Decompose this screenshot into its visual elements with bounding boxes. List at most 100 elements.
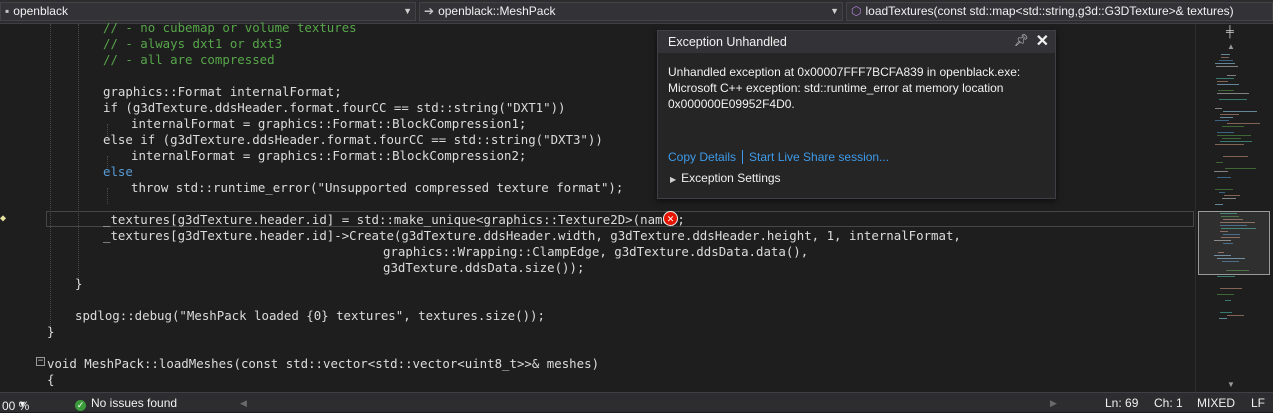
minimap-line: [1217, 132, 1234, 133]
minimap-line: [1225, 300, 1231, 301]
split-handle-icon[interactable]: ╪: [1226, 26, 1234, 38]
method-icon: ⬡: [851, 4, 862, 18]
code-line: spdlog::debug("MeshPack loaded {0} textu…: [75, 308, 545, 323]
minimap-line: [1217, 294, 1234, 295]
collapse-toggle-icon[interactable]: −: [36, 357, 45, 366]
minimap-line: [1227, 123, 1260, 124]
chevron-down-icon: ▼: [403, 6, 412, 16]
project-dropdown[interactable]: ▪ openblack ▼: [0, 2, 416, 21]
line-number: Ln: 69: [1105, 396, 1139, 410]
copy-details-link[interactable]: Copy Details: [668, 150, 736, 164]
minimap-line: [1222, 126, 1244, 127]
close-icon[interactable]: ✕: [1036, 31, 1049, 51]
minimap-line: [1215, 63, 1235, 64]
link-separator: [742, 150, 744, 164]
live-share-link[interactable]: Start Live Share session...: [749, 150, 889, 164]
code-line: {: [47, 372, 55, 387]
pin-icon[interactable]: 📌︎: [1014, 33, 1029, 47]
minimap-line: [1220, 117, 1233, 118]
member-dropdown[interactable]: ⬡ loadTextures(const std::map<std::string…: [846, 2, 1273, 21]
indent-guide: [50, 24, 51, 336]
minimap-line: [1224, 195, 1240, 196]
column-number: Ch: 1: [1154, 396, 1183, 410]
minimap-line: [1220, 141, 1252, 142]
message-line: 0x000000E09952F4D0.: [668, 97, 795, 111]
code-line: internalFormat = graphics::Format::Block…: [131, 148, 527, 163]
exception-message: Unhandled exception at 0x00007FFF7BCFA83…: [668, 64, 1048, 112]
exception-popup: Exception Unhandled 📌︎ ✕ Unhandled excep…: [657, 30, 1056, 199]
zoom-dropdown[interactable]: 00 % ▼: [2, 396, 30, 413]
minimap-line: [1217, 81, 1228, 82]
minimap-line: [1223, 111, 1257, 112]
minimap-line: [1215, 108, 1222, 109]
exception-settings-expander[interactable]: ▶ Exception Settings: [670, 171, 781, 185]
minimap-line: [1218, 90, 1234, 91]
minimap-line: [1221, 57, 1229, 58]
code-line: graphics::Format internalFormat;: [103, 84, 342, 99]
scroll-down-arrow-icon[interactable]: ▼: [1227, 380, 1235, 389]
minimap-line: [1216, 66, 1238, 67]
minimap-line: [1215, 144, 1244, 145]
project-icon: ▪: [5, 4, 10, 18]
minimap-viewport[interactable]: [1198, 211, 1270, 275]
popup-links: Copy Details Start Live Share session...: [668, 150, 889, 164]
minimap-line: [1225, 168, 1256, 169]
scroll-left-arrow-icon: ◀: [240, 398, 247, 407]
line-ending[interactable]: LF: [1251, 396, 1265, 410]
minimap-line: [1215, 204, 1223, 205]
scope-dropdown[interactable]: ➔ openblack::MeshPack ▼: [419, 2, 843, 21]
code-line: else if (g3dTexture.ddsHeader.format.fou…: [103, 132, 603, 147]
expand-triangle-icon: ▶: [670, 175, 677, 184]
minimap-line: [1219, 60, 1233, 61]
code-line: else: [103, 164, 133, 179]
indent-guide: [107, 188, 108, 204]
minimap-scrollbar[interactable]: ╪ ▲ ▼: [1195, 24, 1273, 392]
whitespace-mode[interactable]: MIXED: [1197, 396, 1235, 410]
code-line: }: [47, 324, 55, 339]
minimap-line: [1220, 312, 1232, 313]
code-line: g3dTexture.ddsData.size());: [383, 260, 585, 275]
code-line: graphics::Wrapping::ClampEdge, g3dTextur…: [383, 244, 809, 259]
code-line: // - always dxt1 or dxt3: [103, 36, 283, 51]
code-line: if (g3dTexture.ddsHeader.format.fourCC =…: [103, 100, 566, 115]
minimap-line: [1216, 162, 1223, 163]
minimap-line: [1217, 84, 1239, 85]
minimap-line: [1220, 288, 1242, 289]
code-line: throw std::runtime_error("Unsupported co…: [131, 180, 624, 195]
minimap-line: [1223, 156, 1248, 157]
code-line: }: [75, 276, 83, 291]
horizontal-scrollbar[interactable]: ◀ ▶: [240, 398, 1060, 407]
code-line: _textures[g3dTexture.header.id]->Create(…: [103, 228, 961, 243]
minimap-line: [1217, 177, 1231, 178]
zoom-level: 00 %: [2, 399, 30, 413]
minimap-line: [1215, 120, 1229, 121]
minimap-line: [1227, 315, 1244, 316]
popup-header: Exception Unhandled 📌︎ ✕: [658, 31, 1055, 53]
issues-indicator[interactable]: ✓ No issues found: [75, 396, 177, 411]
scroll-right-arrow-icon: ▶: [1050, 398, 1057, 407]
minimap-line: [1221, 54, 1230, 55]
scroll-up-arrow-icon[interactable]: ▲: [1227, 42, 1235, 51]
code-line: // - no cubemap or volume textures: [103, 20, 357, 35]
scope-label: openblack::MeshPack: [438, 4, 556, 18]
project-label: openblack: [13, 4, 68, 18]
chevron-down-icon: ▼: [830, 6, 839, 16]
message-line: Unhandled exception at 0x00007FFF7BCFA83…: [668, 65, 1021, 79]
message-line: Microsoft C++ exception: std::runtime_er…: [668, 81, 1004, 95]
status-bar: 00 % ▼ ✓ No issues found ◀ ▶ Ln: 69 Ch: 1 …: [0, 392, 1273, 413]
minimap-line: [1219, 99, 1247, 100]
current-statement-marker: ◆: [0, 213, 7, 224]
minimap-line: [1219, 192, 1225, 193]
code-line: internalFormat = graphics::Format::Block…: [131, 116, 527, 131]
popup-title: Exception Unhandled: [668, 35, 787, 49]
minimap-line: [1215, 189, 1233, 190]
scope-arrow-icon: ➔: [424, 4, 435, 18]
minimap-line: [1219, 318, 1227, 319]
member-label: loadTextures(const std::map<std::string,…: [865, 4, 1234, 18]
minimap-line: [1220, 114, 1239, 115]
code-line-current: _textures[g3dTexture.header.id] = std::m…: [103, 212, 685, 227]
minimap-line: [1222, 198, 1236, 199]
error-icon[interactable]: ✕: [663, 211, 678, 226]
indent-guide: [78, 24, 79, 288]
minimap-line: [1216, 78, 1234, 79]
